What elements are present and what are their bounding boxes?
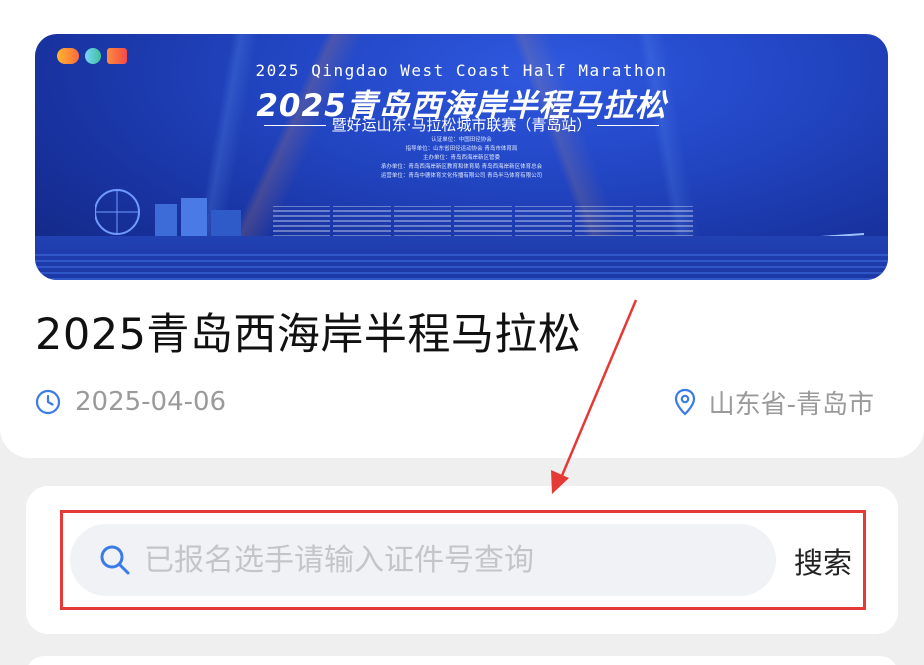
credit-line: 运营单位：青岛中德体育文化传播有限公司 青岛半马体育有限公司 [380, 173, 543, 179]
ferris-wheel-skyline-icon [95, 189, 241, 236]
banner-subtitle-text: 暨好运山东·马拉松城市联赛（青岛站） [331, 116, 592, 134]
subtitle-right-rule [597, 125, 660, 126]
banner-waves [35, 250, 888, 280]
credit-line: 认证单位：中国田径协会 [431, 137, 492, 143]
annotation-highlight-box [60, 510, 866, 610]
location-pin-icon [674, 388, 695, 416]
subtitle-left-rule [263, 125, 326, 126]
clock-icon [35, 389, 61, 415]
event-date-text: 2025-04-06 [75, 387, 227, 417]
credit-line: 承办单位：青岛西海岸新区教育和体育局 青岛西海岸新区体育总会 [380, 164, 543, 170]
event-location-text: 山东省-青岛市 [708, 389, 874, 420]
next-card-edge [26, 656, 898, 665]
banner-english-title: 2025 Qingdao West Coast Half Marathon [255, 61, 668, 80]
event-card[interactable]: 2025 Qingdao West Coast Half Marathon 20… [0, 0, 924, 458]
page: 2025 Qingdao West Coast Half Marathon 20… [0, 0, 924, 665]
event-date: 2025-04-06 [35, 385, 226, 419]
banner-subtitle: 暨好运山东·马拉松城市联赛（青岛站） [35, 114, 888, 135]
credit-line: 指导单位：山东省田径运动协会 青岛市体育局 [405, 146, 518, 152]
event-title: 2025青岛西海岸半程马拉松 [35, 310, 582, 360]
event-location: 山东省-青岛市 [673, 385, 874, 420]
event-banner[interactable]: 2025 Qingdao West Coast Half Marathon 20… [35, 34, 888, 280]
credit-line: 主办单位：青岛西海岸新区管委 [422, 155, 500, 161]
